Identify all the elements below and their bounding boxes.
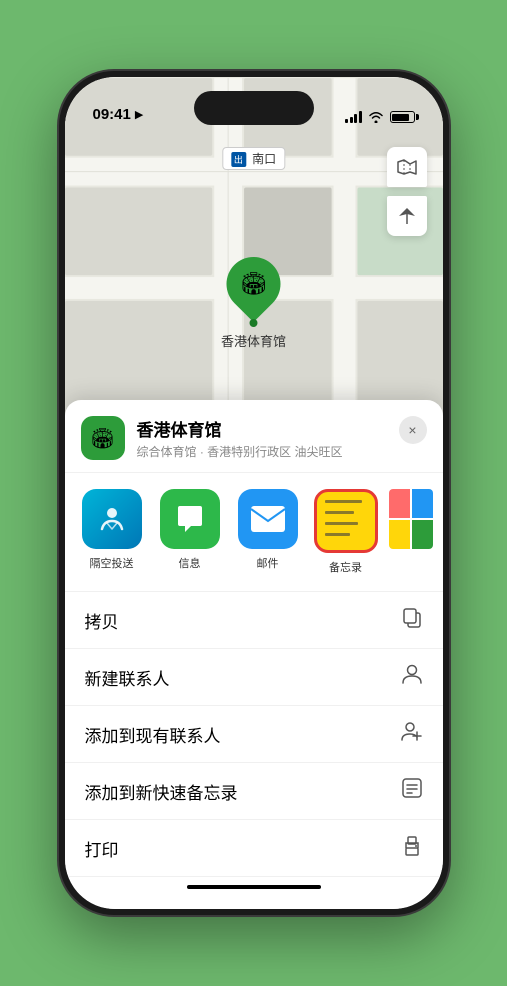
print-label: 打印 [85, 836, 119, 861]
mail-symbol [250, 505, 286, 533]
notes-line-2 [325, 511, 354, 514]
notes-icon [314, 489, 378, 553]
share-item-airdrop[interactable]: 隔空投送 [77, 489, 147, 575]
map-type-button[interactable] [387, 147, 427, 187]
add-existing-label: 添加到现有联系人 [85, 722, 221, 747]
notes-label: 备忘录 [329, 559, 362, 575]
location-name: 香港体育馆 [137, 416, 427, 441]
airdrop-icon [82, 489, 142, 549]
status-time: 09:41 [93, 106, 131, 123]
notes-line-3 [325, 522, 359, 525]
phone-screen: 09:41 ▶ [65, 77, 443, 909]
action-copy[interactable]: 拷贝 [65, 592, 443, 649]
person-icon [401, 663, 423, 691]
pin-label: 香港体育馆 [221, 331, 286, 350]
location-arrow-icon [397, 206, 417, 226]
location-button[interactable] [387, 196, 427, 236]
map-label: 出 南口 [222, 147, 285, 170]
close-button[interactable]: × [399, 416, 427, 444]
map-label-flag: 出 [231, 152, 246, 167]
messages-symbol [173, 502, 207, 536]
share-item-notes[interactable]: 备忘录 [311, 489, 381, 575]
action-add-notes[interactable]: 添加到新快速备忘录 [65, 763, 443, 820]
new-contact-label: 新建联系人 [85, 665, 170, 690]
notes-line-4 [325, 533, 350, 536]
mail-icon [238, 489, 298, 549]
copy-label: 拷贝 [85, 608, 119, 633]
share-item-more[interactable] [389, 489, 433, 575]
print-icon [401, 834, 423, 862]
location-info: 香港体育馆 综合体育馆 · 香港特别行政区 油尖旺区 [137, 416, 427, 460]
quick-notes-icon [401, 777, 423, 805]
bottom-sheet: 🏟 香港体育馆 综合体育馆 · 香港特别行政区 油尖旺区 × [65, 400, 443, 909]
location-pin: 🏟 香港体育馆 [221, 257, 286, 350]
wifi-icon [368, 111, 384, 123]
map-controls [387, 147, 427, 236]
action-new-contact[interactable]: 新建联系人 [65, 649, 443, 706]
action-print[interactable]: 打印 [65, 820, 443, 877]
map-label-text: 南口 [252, 152, 276, 166]
dynamic-island [194, 91, 314, 125]
location-subtitle: 综合体育馆 · 香港特别行政区 油尖旺区 [137, 443, 427, 460]
action-add-existing[interactable]: 添加到现有联系人 [65, 706, 443, 763]
location-icon-wrap: 🏟 [81, 416, 125, 460]
signal-bars-icon [345, 111, 362, 123]
status-icons [345, 111, 415, 123]
more-apps-icon [389, 489, 433, 549]
mail-label: 邮件 [257, 555, 279, 571]
copy-icon [401, 606, 423, 634]
add-notes-label: 添加到新快速备忘录 [85, 779, 238, 804]
airdrop-label: 隔空投送 [90, 555, 134, 571]
messages-label: 信息 [179, 555, 201, 571]
battery-icon [390, 111, 415, 123]
map-type-icon [396, 156, 418, 178]
location-header: 🏟 香港体育馆 综合体育馆 · 香港特别行政区 油尖旺区 × [65, 400, 443, 473]
share-item-mail[interactable]: 邮件 [233, 489, 303, 575]
messages-icon [160, 489, 220, 549]
location-arrow-icon: ▶ [135, 108, 143, 121]
share-row: 隔空投送 信息 [65, 473, 443, 592]
home-indicator [187, 885, 321, 889]
airdrop-symbol [96, 503, 128, 535]
location-venue-icon: 🏟 [90, 426, 115, 451]
phone-frame: 09:41 ▶ [59, 71, 449, 915]
share-item-messages[interactable]: 信息 [155, 489, 225, 575]
notes-line-1 [325, 500, 363, 503]
person-add-icon [401, 720, 423, 748]
